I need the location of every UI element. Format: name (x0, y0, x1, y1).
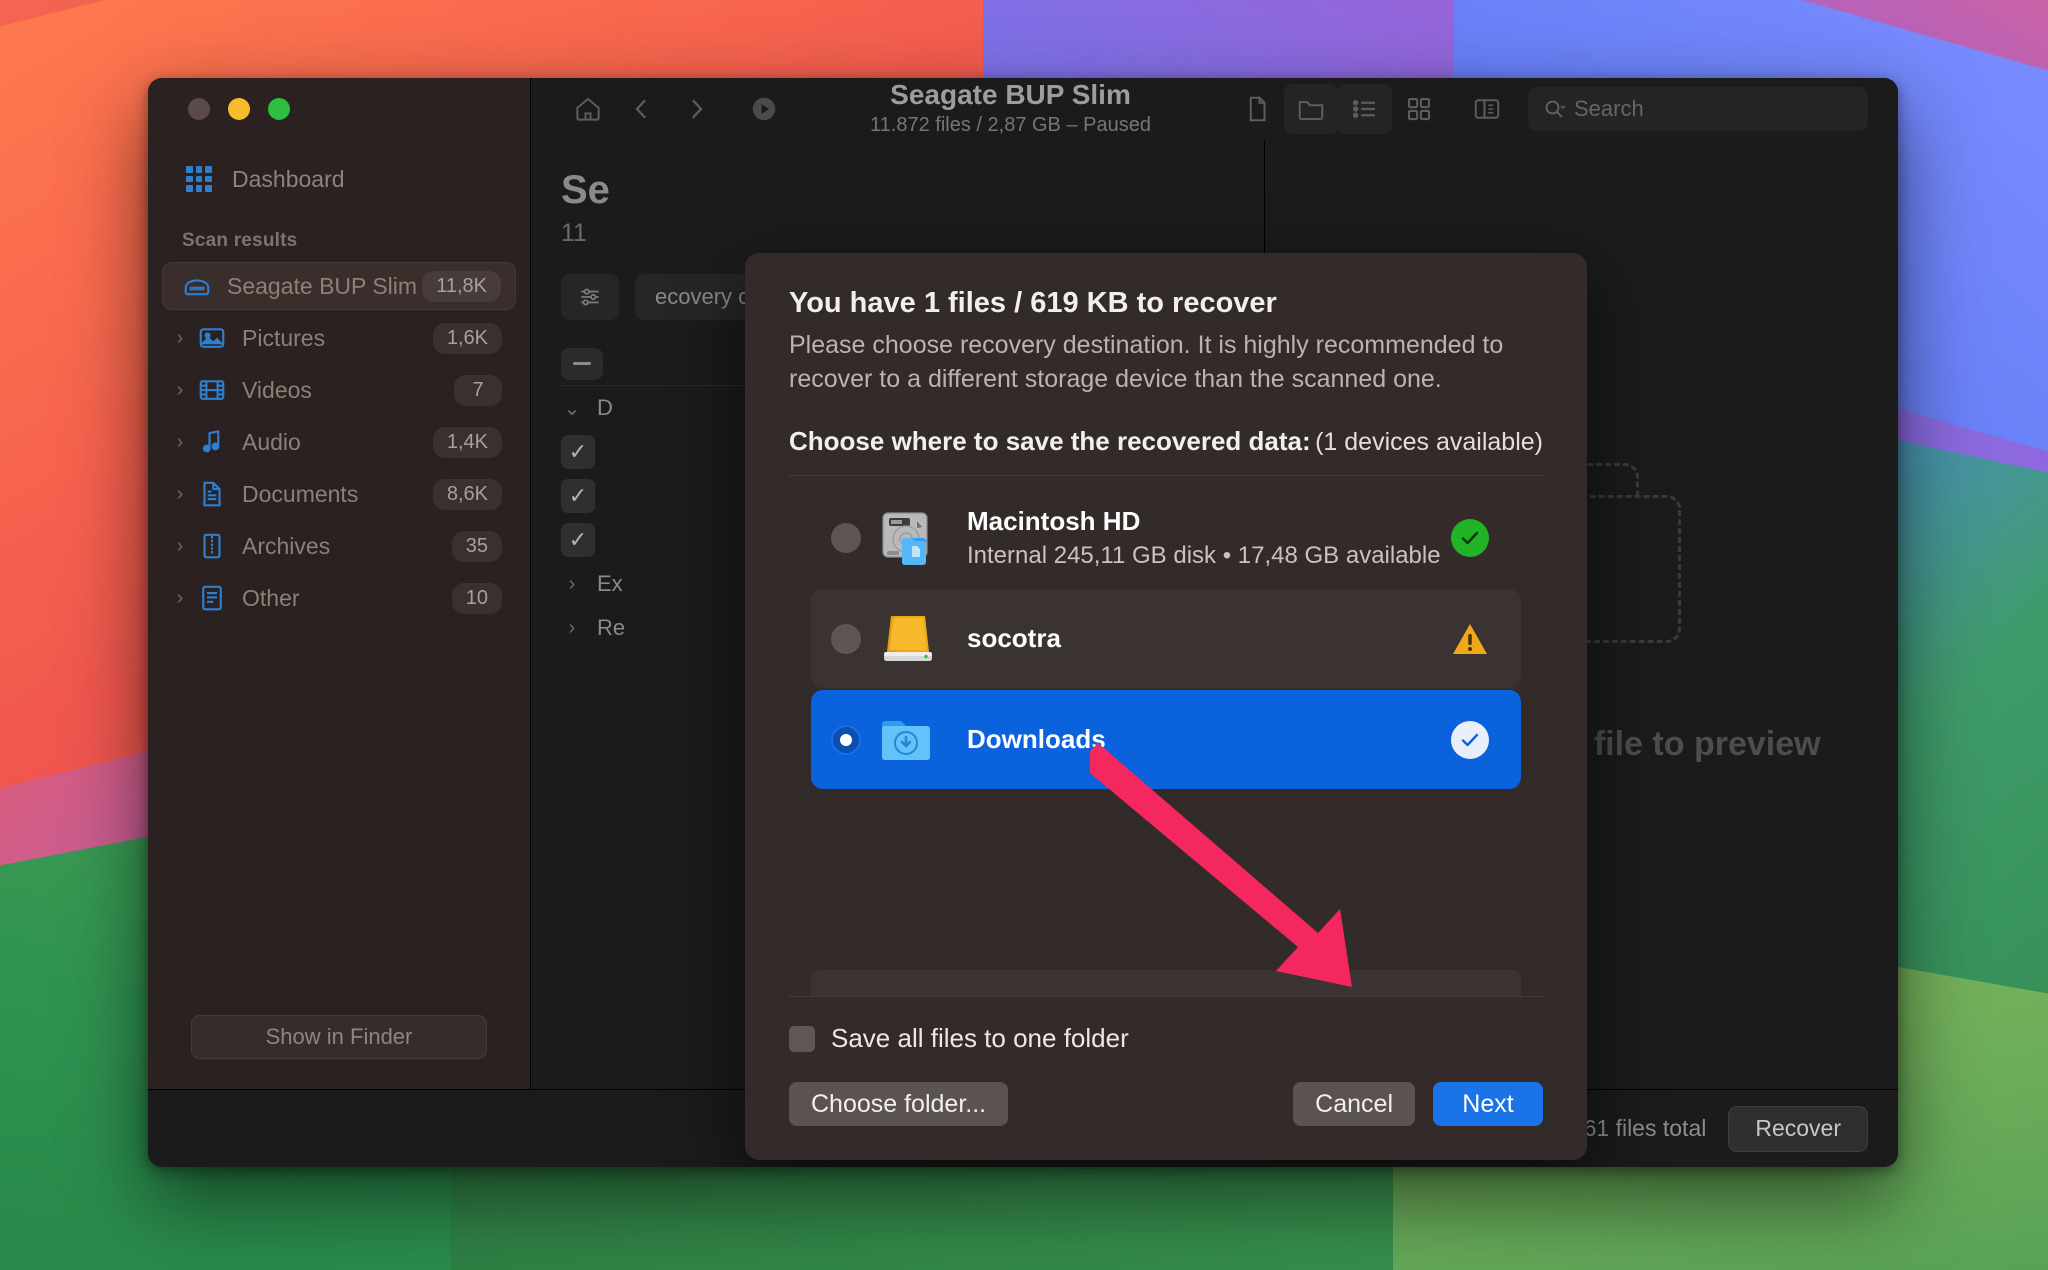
device-name: Downloads (967, 724, 1106, 754)
save-all-to-one-folder-row[interactable]: Save all files to one folder (789, 1023, 1543, 1054)
dialog-buttons: Choose folder... Cancel Next (789, 1082, 1543, 1126)
next-button[interactable]: Next (1433, 1082, 1543, 1126)
device-info: Macintosh HD Internal 245,11 GB disk • 1… (967, 506, 1449, 570)
device-radio-selected[interactable] (831, 724, 861, 755)
internal-disk-icon (879, 507, 945, 569)
status-warning-icon (1450, 621, 1490, 657)
save-all-label: Save all files to one folder (831, 1023, 1129, 1053)
device-row-socotra[interactable]: socotra (811, 589, 1521, 688)
device-info: Downloads (967, 724, 1449, 755)
status-ok-icon (1451, 518, 1489, 557)
recovery-destination-dialog: You have 1 files / 619 KB to recover Ple… (745, 253, 1587, 1160)
app-window: Dashboard Scan results Seagate BUP Slim … (148, 78, 1898, 1167)
dialog-choose-row: Choose where to save the recovered data:… (789, 426, 1543, 457)
device-info: socotra (967, 623, 1449, 654)
device-description: Internal 245,11 GB disk • 17,48 GB avail… (967, 541, 1441, 569)
devices-available-count: (1 devices available) (1315, 428, 1543, 456)
device-list[interactable]: Macintosh HD Internal 245,11 GB disk • 1… (789, 475, 1543, 997)
device-radio[interactable] (831, 522, 861, 553)
device-radio[interactable] (831, 623, 861, 654)
device-name: socotra (967, 623, 1061, 653)
device-name: Macintosh HD (967, 505, 1141, 536)
external-drive-icon (879, 608, 945, 670)
choose-destination-label: Choose where to save the recovered data: (789, 426, 1311, 456)
device-list-scroll-indicator[interactable] (811, 970, 1521, 996)
device-status (1449, 720, 1491, 759)
downloads-folder-icon (879, 709, 945, 771)
device-status (1449, 621, 1491, 657)
cancel-button[interactable]: Cancel (1293, 1082, 1415, 1126)
choose-folder-button[interactable]: Choose folder... (789, 1082, 1009, 1126)
device-row-downloads[interactable]: Downloads (811, 690, 1521, 789)
modal-overlay: You have 1 files / 619 KB to recover Ple… (148, 78, 1898, 1167)
device-status (1449, 518, 1491, 557)
dialog-title: You have 1 files / 619 KB to recover (789, 287, 1277, 319)
save-all-checkbox[interactable] (789, 1025, 815, 1052)
dialog-subtitle: Please choose recovery destination. It i… (789, 331, 1504, 393)
device-row-macintosh-hd[interactable]: Macintosh HD Internal 245,11 GB disk • 1… (811, 488, 1521, 587)
status-selected-icon (1451, 720, 1489, 759)
